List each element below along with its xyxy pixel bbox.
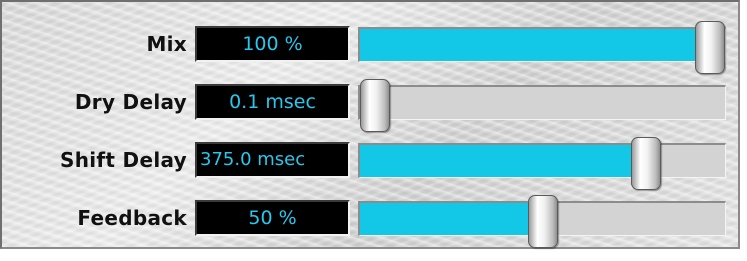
dry-delay-readout[interactable]: 0.1 msec [195,84,350,120]
shift-delay-label: Shift Delay [60,148,187,172]
control-row-dry-delay: Dry Delay 0.1 msec [2,78,742,132]
dry-delay-slider-thumb[interactable] [360,79,390,132]
mix-label: Mix [146,32,187,56]
dry-delay-label: Dry Delay [74,90,187,114]
feedback-label: Feedback [77,206,187,230]
plugin-panel: Mix 100 % Dry Delay 0.1 msec Shift Delay… [0,0,740,249]
shift-delay-readout[interactable]: 375.0 msec [195,142,350,178]
feedback-slider-thumb[interactable] [527,195,558,248]
shift-delay-slider-thumb[interactable] [631,137,662,190]
shift-delay-slider-fill [360,145,647,177]
mix-readout[interactable]: 100 % [195,26,350,62]
control-row-mix: Mix 100 % [2,20,742,74]
feedback-slider[interactable] [358,195,726,248]
control-row-shift-delay: Shift Delay 375.0 msec [2,136,742,190]
shift-delay-slider[interactable] [358,137,726,190]
control-row-feedback: Feedback 50 % [2,194,742,248]
dry-delay-slider[interactable] [358,79,726,132]
feedback-readout[interactable]: 50 % [195,200,350,236]
mix-slider-thumb[interactable] [695,21,725,74]
feedback-slider-fill [360,203,543,235]
mix-slider-fill [360,29,710,61]
mix-slider[interactable] [358,21,726,74]
